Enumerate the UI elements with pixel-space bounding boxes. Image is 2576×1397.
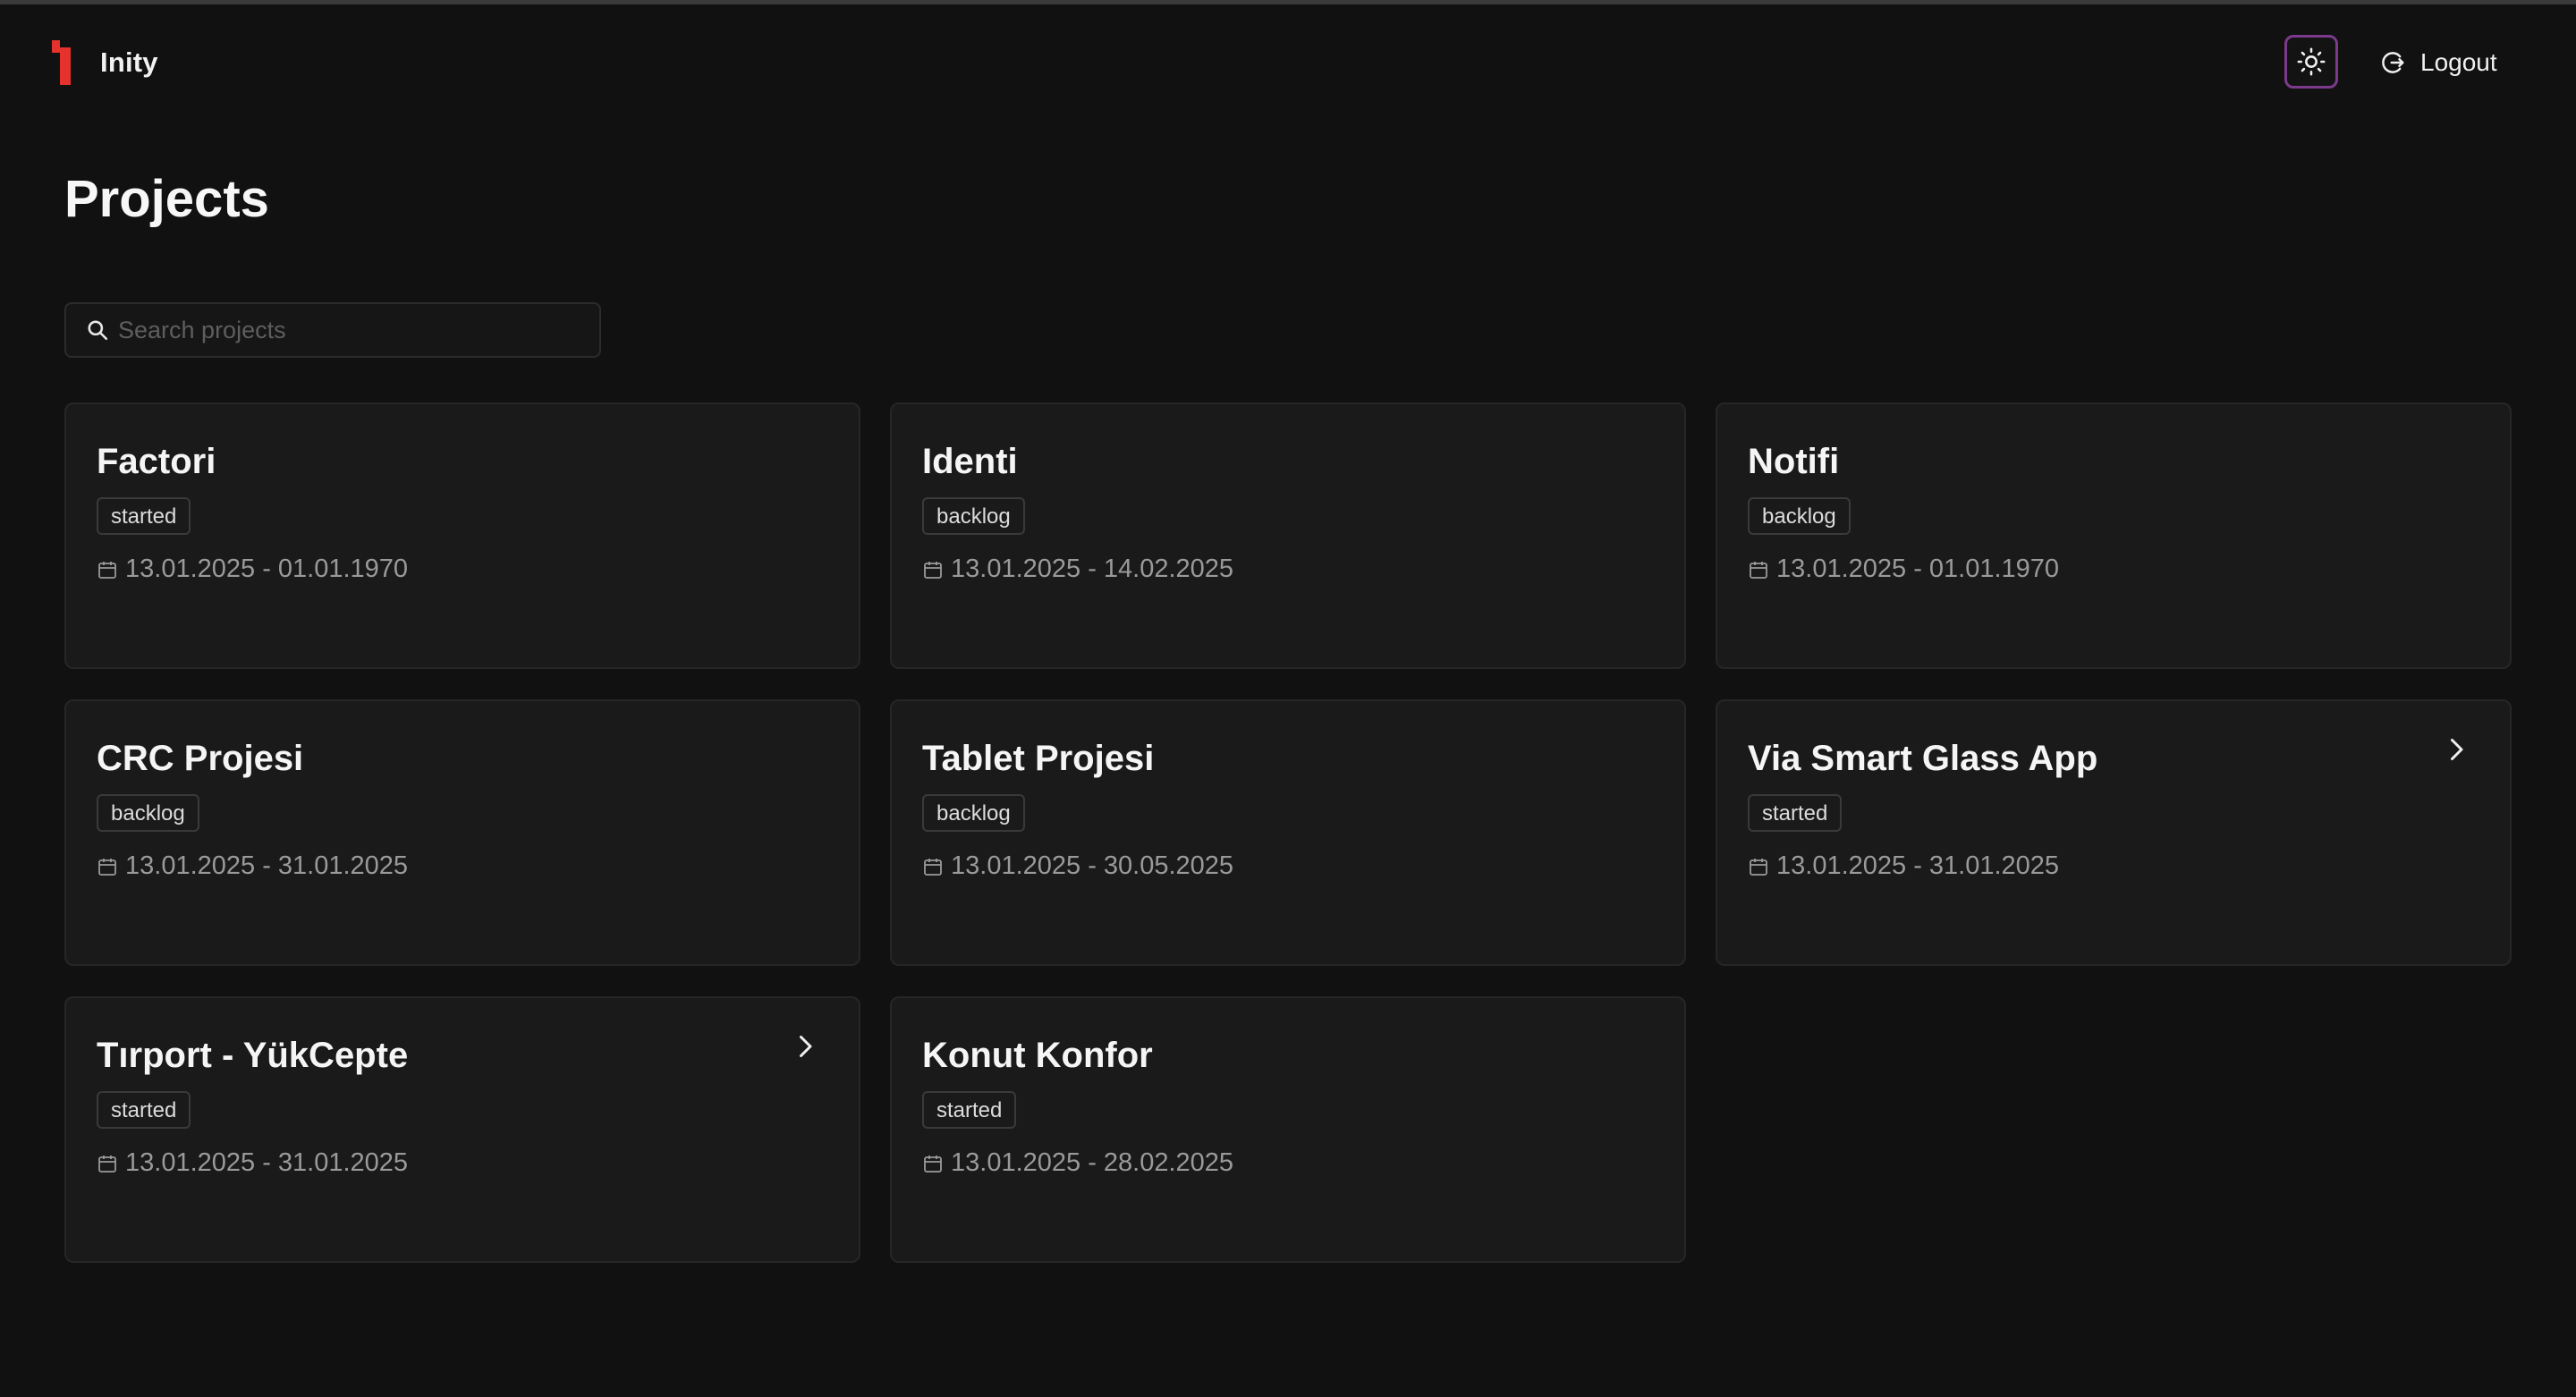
project-date-range: 13.01.2025 - 01.01.1970 xyxy=(125,555,409,583)
project-dates: 13.01.2025 - 31.01.2025 xyxy=(97,851,828,881)
project-dates: 13.01.2025 - 31.01.2025 xyxy=(97,1148,828,1178)
project-title: CRC Projesi xyxy=(97,739,304,778)
status-badge: started xyxy=(97,1091,191,1129)
project-dates: 13.01.2025 - 14.02.2025 xyxy=(922,555,1654,584)
project-dates: 13.01.2025 - 28.02.2025 xyxy=(922,1148,1654,1178)
page-title: Projects xyxy=(64,170,269,228)
status-badge: backlog xyxy=(922,794,1025,832)
logout-button[interactable]: Logout xyxy=(2379,39,2497,86)
project-card[interactable]: Factori started 13.01.2025 - 01.01.1970 xyxy=(64,402,860,669)
calendar-icon xyxy=(924,858,942,876)
calendar-icon xyxy=(98,858,116,876)
sun-icon xyxy=(2297,47,2326,76)
project-title: Notifi xyxy=(1748,442,1840,481)
project-dates: 13.01.2025 - 31.01.2025 xyxy=(1748,851,2479,881)
status-badge: started xyxy=(922,1091,1017,1129)
inity-logo-icon xyxy=(52,40,71,85)
project-title: Konut Konfor xyxy=(922,1036,1153,1075)
chevron-right-icon[interactable] xyxy=(2440,733,2472,766)
project-card[interactable]: CRC Projesi backlog 13.01.2025 - 31.01.2… xyxy=(64,699,860,966)
theme-toggle-button[interactable] xyxy=(2284,35,2338,89)
project-card[interactable]: Tablet Projesi backlog 13.01.2025 - 30.0… xyxy=(890,699,1686,966)
project-card[interactable]: Tırport - YükCepte started 13.01.2025 - … xyxy=(64,996,860,1263)
project-dates: 13.01.2025 - 01.01.1970 xyxy=(97,555,828,584)
search-box[interactable] xyxy=(64,302,601,358)
status-badge: backlog xyxy=(1748,497,1851,535)
status-badge: backlog xyxy=(922,497,1025,535)
project-card[interactable]: Identi backlog 13.01.2025 - 14.02.2025 xyxy=(890,402,1686,669)
project-date-range: 13.01.2025 - 28.02.2025 xyxy=(951,1148,1234,1177)
search-input[interactable] xyxy=(118,316,583,344)
project-date-range: 13.01.2025 - 30.05.2025 xyxy=(951,851,1234,880)
chevron-right-icon[interactable] xyxy=(789,1030,821,1063)
logout-label: Logout xyxy=(2420,48,2497,76)
project-title: Factori xyxy=(97,442,216,481)
project-card[interactable]: Konut Konfor started 13.01.2025 - 28.02.… xyxy=(890,996,1686,1263)
app-header: Inity Logout xyxy=(0,0,2576,125)
calendar-icon xyxy=(1750,858,1767,876)
project-date-range: 13.01.2025 - 31.01.2025 xyxy=(125,851,409,880)
project-card[interactable]: Via Smart Glass App started 13.01.2025 -… xyxy=(1716,699,2512,966)
calendar-icon xyxy=(98,561,116,579)
project-title: Identi xyxy=(922,442,1018,481)
project-date-range: 13.01.2025 - 01.01.1970 xyxy=(1776,555,2060,583)
calendar-icon xyxy=(924,561,942,579)
project-date-range: 13.01.2025 - 14.02.2025 xyxy=(951,555,1234,583)
project-dates: 13.01.2025 - 30.05.2025 xyxy=(922,851,1654,881)
logout-icon xyxy=(2382,52,2404,73)
calendar-icon xyxy=(1750,561,1767,579)
project-title: Via Smart Glass App xyxy=(1748,739,2098,778)
project-grid: Factori started 13.01.2025 - 01.01.1970 … xyxy=(64,402,2512,1263)
project-title: Tırport - YükCepte xyxy=(97,1036,409,1075)
status-badge: backlog xyxy=(97,794,199,832)
calendar-icon xyxy=(924,1155,942,1173)
calendar-icon xyxy=(98,1155,116,1173)
status-badge: started xyxy=(97,497,191,535)
project-date-range: 13.01.2025 - 31.01.2025 xyxy=(125,1148,409,1177)
search-icon xyxy=(88,320,108,341)
project-title: Tablet Projesi xyxy=(922,739,1155,778)
project-card[interactable]: Notifi backlog 13.01.2025 - 01.01.1970 xyxy=(1716,402,2512,669)
project-dates: 13.01.2025 - 01.01.1970 xyxy=(1748,555,2479,584)
project-date-range: 13.01.2025 - 31.01.2025 xyxy=(1776,851,2060,880)
brand[interactable]: Inity xyxy=(52,39,158,86)
brand-name: Inity xyxy=(100,47,158,78)
status-badge: started xyxy=(1748,794,1843,832)
